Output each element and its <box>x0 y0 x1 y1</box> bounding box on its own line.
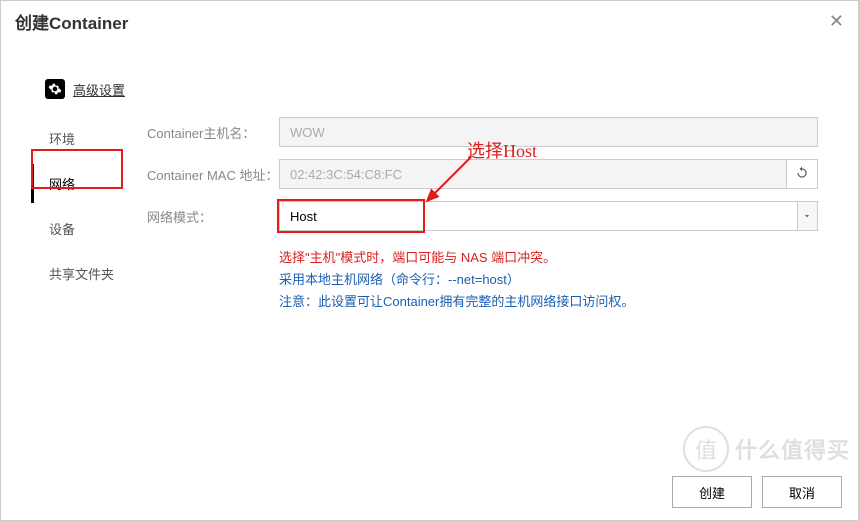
watermark: 值 什么值得买 <box>683 426 850 472</box>
advanced-settings-link[interactable]: 高级设置 <box>73 80 125 99</box>
close-icon[interactable]: ✕ <box>829 11 844 32</box>
dialog-title: 创建Container <box>15 9 128 34</box>
mac-input <box>279 159 786 189</box>
hostname-input <box>279 117 818 147</box>
create-button[interactable]: 创建 <box>672 476 752 508</box>
netmode-dropdown-button[interactable] <box>797 201 818 231</box>
refresh-icon <box>795 166 809 183</box>
sidebar-item-device[interactable]: 设备 <box>31 209 127 248</box>
sidebar-item-environment[interactable]: 环境 <box>31 119 127 158</box>
cancel-button[interactable]: 取消 <box>762 476 842 508</box>
netmode-select[interactable] <box>279 201 797 231</box>
note-warning: 选择"主机"模式时，端口可能与 NAS 端口冲突。 <box>279 247 818 269</box>
gear-icon <box>45 79 65 99</box>
sidebar-item-network[interactable]: 网络 <box>31 164 127 203</box>
watermark-icon: 值 <box>683 426 729 472</box>
watermark-text: 什么值得买 <box>735 433 850 465</box>
form-panel: Container主机名： Container MAC 地址： 网络模式： <box>127 111 818 313</box>
netmode-label: 网络模式： <box>147 207 279 226</box>
refresh-mac-button[interactable] <box>786 159 818 189</box>
mac-label: Container MAC 地址： <box>147 165 279 184</box>
hostname-label: Container主机名： <box>147 123 279 142</box>
note-info-2: 注意：此设置可让Container拥有完整的主机网络接口访问权。 <box>279 291 818 313</box>
sidebar-item-shared-folder[interactable]: 共享文件夹 <box>31 254 127 293</box>
note-info-1: 采用本地主机网络（命令行：--net=host） <box>279 269 818 291</box>
chevron-down-icon <box>802 209 812 224</box>
sidebar: 环境 网络 设备 共享文件夹 <box>31 111 127 313</box>
